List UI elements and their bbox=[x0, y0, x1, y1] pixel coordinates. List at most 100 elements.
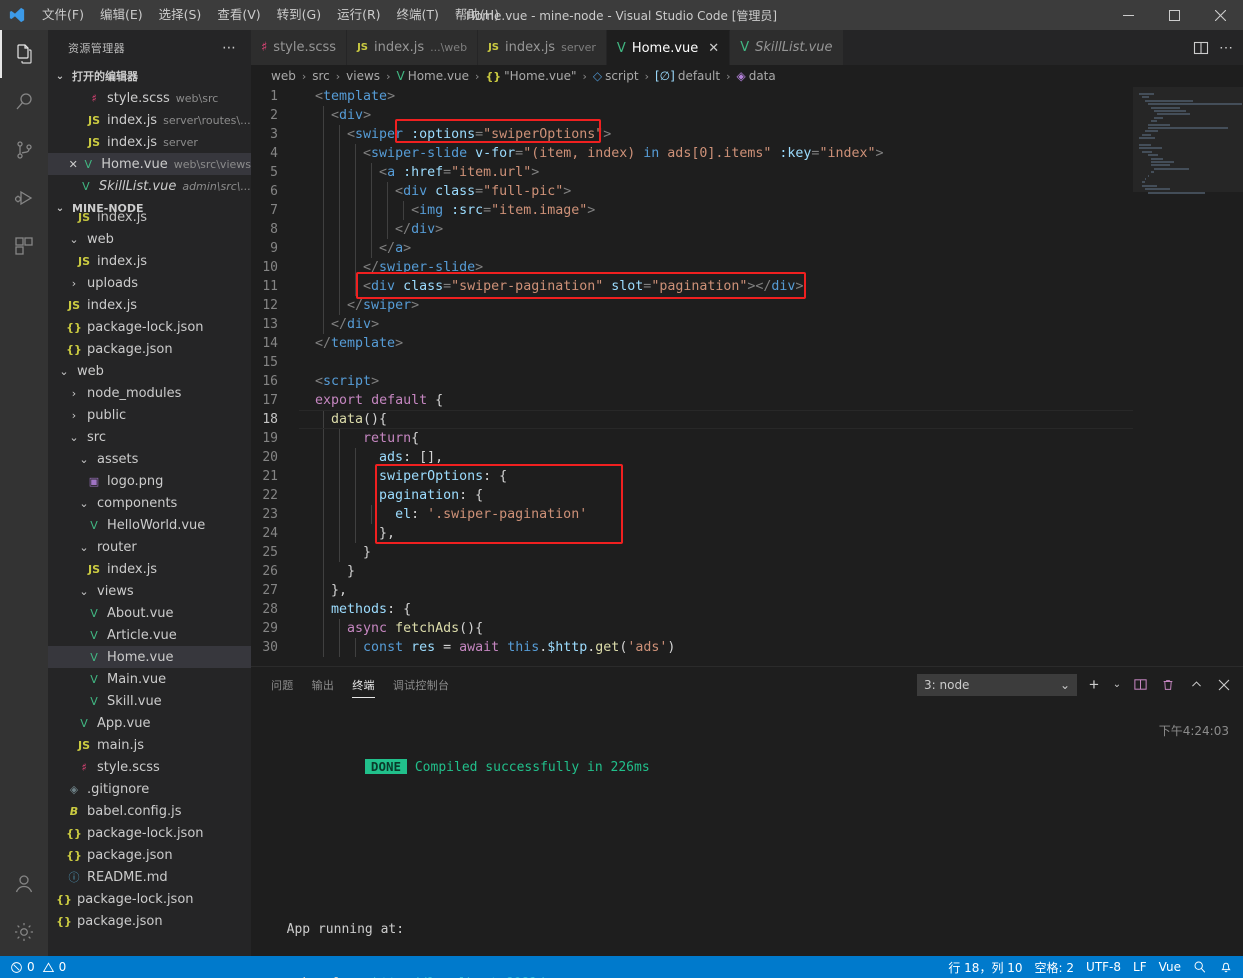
more-actions-icon[interactable]: ⋯ bbox=[1219, 39, 1233, 56]
code-line-text[interactable]: <a :href="item.url"> bbox=[299, 163, 539, 182]
tree-file-row[interactable]: {} package.json bbox=[48, 338, 251, 360]
code-line[interactable]: 13 </div> bbox=[251, 315, 1133, 334]
code-line-text[interactable]: return{ bbox=[299, 429, 419, 448]
activitybar-run-debug-icon[interactable] bbox=[0, 174, 48, 222]
open-editor-item[interactable]: V SkillList.vue admin\src\... bbox=[48, 175, 251, 197]
code-scroll-area[interactable]: 1 <template> 2 <div> 3 <swiper :options="sw… bbox=[251, 87, 1133, 666]
code-line-text[interactable]: }, bbox=[299, 524, 395, 543]
menu-item-4[interactable]: 转到(G) bbox=[269, 0, 329, 30]
code-line[interactable]: 30 const res = await this.$http.get('ads… bbox=[251, 638, 1133, 657]
menu-item-5[interactable]: 运行(R) bbox=[329, 0, 388, 30]
open-editors-section-header[interactable]: ⌄ 打开的编辑器 bbox=[48, 65, 251, 87]
tree-folder-row[interactable]: ⌄ assets bbox=[48, 448, 251, 470]
code-line-text[interactable]: pagination: { bbox=[299, 486, 483, 505]
code-line[interactable]: 11 <div class="swiper-pagination" slot="… bbox=[251, 277, 1133, 296]
tree-folder-row[interactable]: ⌄ components bbox=[48, 492, 251, 514]
code-line-text[interactable]: methods: { bbox=[299, 600, 411, 619]
split-editor-icon[interactable] bbox=[1193, 40, 1209, 56]
code-line-text[interactable]: </div> bbox=[299, 315, 379, 334]
activitybar-accounts-icon[interactable] bbox=[0, 860, 48, 908]
menu-item-2[interactable]: 选择(S) bbox=[151, 0, 210, 30]
tree-file-row[interactable]: {} package-lock.json bbox=[48, 822, 251, 844]
tree-folder-row[interactable]: ⌄ src bbox=[48, 426, 251, 448]
tree-file-row[interactable]: V HelloWorld.vue bbox=[48, 514, 251, 536]
status-problems[interactable]: 0 0 bbox=[4, 956, 72, 978]
editor-tab[interactable]: V SkillList.vue bbox=[730, 30, 844, 65]
tree-file-row[interactable]: V Main.vue bbox=[48, 668, 251, 690]
code-line[interactable]: 29 async fetchAds(){ bbox=[251, 619, 1133, 638]
code-line[interactable]: 10 </swiper-slide> bbox=[251, 258, 1133, 277]
terminal-output[interactable]: DONE Compiled successfully in 226ms 下午4:… bbox=[251, 702, 1243, 978]
kill-terminal-icon[interactable] bbox=[1157, 674, 1179, 696]
code-line-text[interactable]: async fetchAds(){ bbox=[299, 619, 483, 638]
tree-file-row[interactable]: ▣ logo.png bbox=[48, 470, 251, 492]
activitybar-settings-gear-icon[interactable] bbox=[0, 908, 48, 956]
tree-file-row[interactable]: JS index.js bbox=[48, 250, 251, 272]
close-icon[interactable]: ✕ bbox=[708, 41, 719, 56]
breadcrumb-item[interactable]: src bbox=[312, 69, 330, 83]
tree-file-row[interactable]: V Article.vue bbox=[48, 624, 251, 646]
code-line-text[interactable]: </template> bbox=[299, 334, 403, 353]
code-editor[interactable]: 1 <template> 2 <div> 3 <swiper :options="sw… bbox=[251, 87, 1243, 666]
panel-tab[interactable]: 问题 bbox=[271, 667, 294, 702]
activitybar-search-icon[interactable] bbox=[0, 78, 48, 126]
code-line-text[interactable]: <swiper-slide v-for="(item, index) in ad… bbox=[299, 144, 883, 163]
tree-file-row[interactable]: ♯ style.scss bbox=[48, 756, 251, 778]
split-terminal-icon[interactable] bbox=[1129, 674, 1151, 696]
maximize-panel-icon[interactable] bbox=[1185, 674, 1207, 696]
code-line[interactable]: 8 </div> bbox=[251, 220, 1133, 239]
code-line-text[interactable]: el: '.swiper-pagination' bbox=[299, 505, 587, 524]
code-line-text[interactable]: <swiper :options="swiperOptions"> bbox=[299, 125, 611, 144]
code-line-text[interactable]: </swiper> bbox=[299, 296, 419, 315]
tree-file-row[interactable]: {} package-lock.json bbox=[48, 316, 251, 338]
activitybar-explorer-icon[interactable] bbox=[0, 30, 48, 78]
code-line-text[interactable]: <div class="swiper-pagination" slot="pag… bbox=[299, 277, 803, 296]
maximize-button[interactable] bbox=[1151, 0, 1197, 30]
breadcrumb-item[interactable]: web bbox=[271, 69, 296, 83]
explorer-more-icon[interactable]: ⋯ bbox=[222, 40, 243, 56]
breadcrumb-item[interactable]: V Home.vue bbox=[396, 69, 469, 83]
panel-tab[interactable]: 调试控制台 bbox=[393, 667, 450, 702]
tree-file-row[interactable]: V Skill.vue bbox=[48, 690, 251, 712]
code-line-text[interactable]: </swiper-slide> bbox=[299, 258, 483, 277]
tree-file-row[interactable]: V App.vue bbox=[48, 712, 251, 734]
panel-tab[interactable]: 输出 bbox=[312, 667, 335, 702]
code-line[interactable]: 7 <img :src="item.image"> bbox=[251, 201, 1133, 220]
editor-tab[interactable]: JS index.js server bbox=[478, 30, 607, 65]
code-line-text[interactable]: export default { bbox=[299, 391, 443, 410]
code-line[interactable]: 4 <swiper-slide v-for="(item, index) in … bbox=[251, 144, 1133, 163]
menu-item-7[interactable]: 帮助(H) bbox=[447, 0, 507, 30]
code-line[interactable]: 21 swiperOptions: { bbox=[251, 467, 1133, 486]
tree-file-row[interactable]: V Home.vue bbox=[48, 646, 251, 668]
new-terminal-icon[interactable]: + bbox=[1083, 674, 1105, 696]
panel-tab[interactable]: 终端 bbox=[352, 667, 375, 702]
open-editor-item[interactable]: ✕ V Home.vue web\src\views bbox=[48, 153, 251, 175]
minimize-button[interactable] bbox=[1105, 0, 1151, 30]
menu-item-1[interactable]: 编辑(E) bbox=[92, 0, 151, 30]
menu-item-3[interactable]: 查看(V) bbox=[209, 0, 268, 30]
breadcrumb-item[interactable]: ◈ data bbox=[736, 69, 775, 83]
tree-folder-row[interactable]: › node_modules bbox=[48, 382, 251, 404]
menu-item-0[interactable]: 文件(F) bbox=[34, 0, 92, 30]
tree-file-row[interactable]: {} package-lock.json bbox=[48, 888, 251, 910]
code-line[interactable]: 14 </template> bbox=[251, 334, 1133, 353]
open-editor-item[interactable]: ♯ style.scss web\src bbox=[48, 87, 251, 109]
minimap[interactable] bbox=[1133, 87, 1243, 666]
breadcrumb-item[interactable]: views bbox=[346, 69, 380, 83]
code-line-text[interactable]: <div> bbox=[299, 106, 371, 125]
tree-folder-row[interactable]: ⌄ web bbox=[48, 228, 251, 250]
menu-bar[interactable]: 文件(F) 编辑(E) 选择(S) 查看(V) 转到(G) 运行(R) 终端(T) 帮助(H) bbox=[34, 0, 507, 30]
code-line[interactable]: 5 <a :href="item.url"> bbox=[251, 163, 1133, 182]
open-editor-item[interactable]: JS index.js server bbox=[48, 131, 251, 153]
code-line[interactable]: 23 el: '.swiper-pagination' bbox=[251, 505, 1133, 524]
code-line[interactable]: 15 bbox=[251, 353, 1133, 372]
tree-file-row[interactable]: JS index.js bbox=[48, 206, 251, 228]
editor-tab[interactable]: JS index.js ...\web bbox=[347, 30, 479, 65]
breadcrumb-item[interactable]: ◇ script bbox=[593, 69, 639, 83]
code-line-text[interactable]: <img :src="item.image"> bbox=[299, 201, 595, 220]
menu-item-6[interactable]: 终端(T) bbox=[389, 0, 447, 30]
tree-file-row[interactable]: JS index.js bbox=[48, 558, 251, 580]
close-button[interactable] bbox=[1197, 0, 1243, 30]
terminal-selector[interactable]: 3: node ⌄ bbox=[917, 673, 1077, 696]
tree-folder-row[interactable]: ⌄ web bbox=[48, 360, 251, 382]
